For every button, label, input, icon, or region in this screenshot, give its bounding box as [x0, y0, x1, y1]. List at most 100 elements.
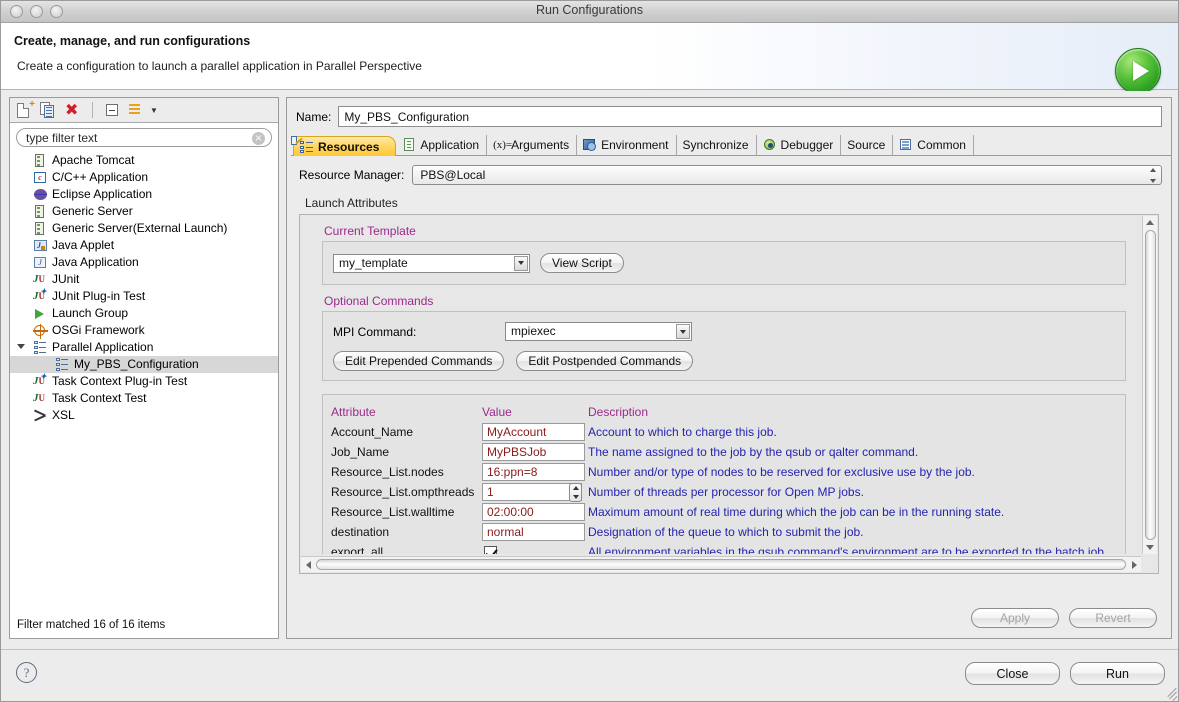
- chevron-down-icon[interactable]: [676, 324, 690, 339]
- tree-item-my-pbs-configuration[interactable]: My_PBS_Configuration: [10, 356, 278, 373]
- vertical-scrollbar[interactable]: [1142, 216, 1157, 554]
- tree-item-generic-server-external-launch[interactable]: Generic Server(External Launch): [10, 220, 278, 237]
- resource-manager-select[interactable]: PBS@Local: [412, 165, 1162, 185]
- tab-arguments[interactable]: (x)= Arguments: [487, 135, 578, 155]
- tab-resources[interactable]: Resources: [293, 136, 397, 156]
- mpi-command-select[interactable]: mpiexec: [505, 322, 692, 341]
- edit-prepended-commands-button[interactable]: Edit Prepended Commands: [333, 351, 505, 371]
- horizontal-scrollbar[interactable]: [301, 556, 1141, 572]
- filter-field-container[interactable]: ×: [16, 128, 272, 147]
- tab-environment[interactable]: Environment: [577, 135, 677, 155]
- template-select[interactable]: my_template: [333, 253, 530, 273]
- chevron-updown-icon[interactable]: [1147, 168, 1158, 183]
- attribute-value-input[interactable]: 16:ppn=8: [482, 463, 585, 481]
- tree-item-c-cpp-application[interactable]: c C/C++ Application: [10, 169, 278, 186]
- attribute-value-input[interactable]: 02:00:00: [482, 503, 585, 521]
- mpi-command-row: MPI Command: mpiexec: [333, 322, 1125, 341]
- clear-icon[interactable]: ×: [252, 132, 265, 145]
- scrollbar-thumb[interactable]: [316, 559, 1126, 570]
- tab-label: Common: [917, 138, 966, 152]
- tab-application[interactable]: Application: [396, 135, 488, 155]
- attribute-value-checkbox[interactable]: [484, 545, 497, 554]
- resize-grip-icon[interactable]: [1166, 687, 1178, 701]
- tree-item-apache-tomcat[interactable]: Apache Tomcat: [10, 152, 278, 169]
- tree-item-label: Eclipse Application: [52, 187, 153, 201]
- run-configurations-window: Run Configurations Create, manage, and r…: [0, 0, 1179, 702]
- scroll-up-arrow-icon[interactable]: [1146, 216, 1154, 229]
- scroll-left-arrow-icon[interactable]: [301, 560, 315, 569]
- tab-synchronize[interactable]: Synchronize: [677, 135, 757, 155]
- expand-arrow-icon[interactable]: [17, 344, 25, 353]
- tab-source[interactable]: Source: [291, 135, 894, 155]
- window-title: Run Configurations: [535, 3, 643, 17]
- server-icon: [32, 153, 48, 168]
- tab-label: Resources: [318, 139, 380, 154]
- tree-item-junit[interactable]: JU JUnit: [10, 271, 278, 288]
- tab-debugger[interactable]: Debugger: [757, 135, 842, 155]
- tree-item-label: Java Application: [52, 255, 139, 269]
- tree-item-java-application[interactable]: J Java Application: [10, 254, 278, 271]
- scroll-down-arrow-icon[interactable]: [1146, 541, 1154, 554]
- name-label: Name:: [296, 109, 332, 124]
- tree-item-launch-group[interactable]: Launch Group: [10, 305, 278, 322]
- edit-postpended-commands-button[interactable]: Edit Postpended Commands: [516, 351, 694, 371]
- launch-attributes-group: Current Template my_template View Script…: [299, 214, 1159, 574]
- tree-item-eclipse-application[interactable]: Eclipse Application: [10, 186, 278, 203]
- attribute-value-input[interactable]: normal: [482, 523, 585, 541]
- table-row[interactable]: destination normal Designation of the qu…: [331, 522, 1125, 542]
- apply-button[interactable]: Apply: [971, 608, 1059, 628]
- tree-item-label: Launch Group: [52, 306, 129, 320]
- tree-item-label: Task Context Plug-in Test: [52, 374, 188, 388]
- command-buttons: Edit Prepended Commands Edit Postpended …: [333, 351, 1125, 371]
- server-icon: [32, 204, 48, 219]
- launch-configurations-tree[interactable]: Apache Tomcat c C/C++ Application Eclips…: [10, 150, 278, 596]
- dialog-header: Create, manage, and run configurations C…: [1, 23, 1178, 94]
- search-input[interactable]: [17, 129, 242, 146]
- tab-label: Synchronize: [682, 138, 749, 152]
- attribute-value-spinner[interactable]: 1: [482, 483, 582, 502]
- collapse-all-icon[interactable]: [104, 102, 121, 119]
- help-icon[interactable]: ?: [16, 662, 37, 683]
- table-row[interactable]: Resource_List.ompthreads 1 Number of thr…: [331, 482, 1125, 502]
- arguments-icon: (x)=: [493, 139, 513, 151]
- tab-bar[interactable]: Resources Application (x)= Arguments Env…: [291, 135, 1171, 156]
- table-row[interactable]: Resource_List.walltime 02:00:00 Maximum …: [331, 502, 1125, 522]
- filter-launch-configurations-icon[interactable]: [128, 102, 145, 119]
- delete-launch-configuration-icon[interactable]: ✖: [64, 101, 81, 119]
- tree-item-java-applet[interactable]: J Java Applet: [10, 237, 278, 254]
- revert-button[interactable]: Revert: [1069, 608, 1157, 628]
- attribute-name: Resource_List.nodes: [331, 465, 444, 479]
- close-button[interactable]: Close: [965, 662, 1060, 685]
- tree-item-xsl[interactable]: XSL: [10, 407, 278, 424]
- tab-common[interactable]: Common: [893, 135, 974, 155]
- table-row[interactable]: Resource_List.nodes 16:ppn=8 Number and/…: [331, 462, 1125, 482]
- tree-item-task-context-plugin-test[interactable]: JU ✦ Task Context Plug-in Test: [10, 372, 278, 390]
- eclipse-icon: [32, 187, 48, 202]
- run-button[interactable]: Run: [1070, 662, 1165, 685]
- attribute-value-input[interactable]: MyPBSJob: [482, 443, 585, 461]
- filter-status-text: Filter matched 16 of 16 items: [10, 614, 278, 638]
- tree-item-label: JUnit: [52, 272, 80, 286]
- tree-item-parallel-application[interactable]: Parallel Application: [10, 339, 278, 356]
- new-launch-configuration-icon[interactable]: +: [16, 99, 35, 119]
- tree-toolbar: + ✖ ▼: [10, 98, 278, 123]
- attribute-value-input[interactable]: MyAccount: [482, 423, 585, 441]
- stepper-arrows-icon[interactable]: [569, 483, 582, 502]
- configuration-name-input[interactable]: [338, 106, 1162, 127]
- view-script-button[interactable]: View Script: [540, 253, 624, 273]
- duplicate-launch-configuration-icon[interactable]: [40, 101, 57, 119]
- table-row[interactable]: Job_Name MyPBSJob The name assigned to t…: [331, 442, 1125, 462]
- chevron-down-icon[interactable]: [514, 255, 528, 271]
- current-template-box: my_template View Script: [322, 241, 1126, 285]
- page-title: Create, manage, and run configurations: [14, 34, 251, 48]
- scrollbar-thumb[interactable]: [1144, 230, 1156, 540]
- tree-item-task-context-test[interactable]: JU Task Context Test: [10, 390, 278, 407]
- tree-item-generic-server[interactable]: Generic Server: [10, 203, 278, 220]
- column-header-attribute: Attribute: [331, 405, 376, 419]
- table-row[interactable]: export_all All environment variables in …: [331, 542, 1125, 554]
- chevron-down-icon[interactable]: ▼: [150, 102, 158, 119]
- tree-item-junit-plugin-test[interactable]: JU ✦ JUnit Plug-in Test: [10, 287, 278, 305]
- scroll-right-arrow-icon[interactable]: [1127, 560, 1141, 569]
- table-row[interactable]: Account_Name MyAccount Account to which …: [331, 422, 1125, 442]
- tree-item-osgi-framework[interactable]: OSGi Framework: [10, 322, 278, 339]
